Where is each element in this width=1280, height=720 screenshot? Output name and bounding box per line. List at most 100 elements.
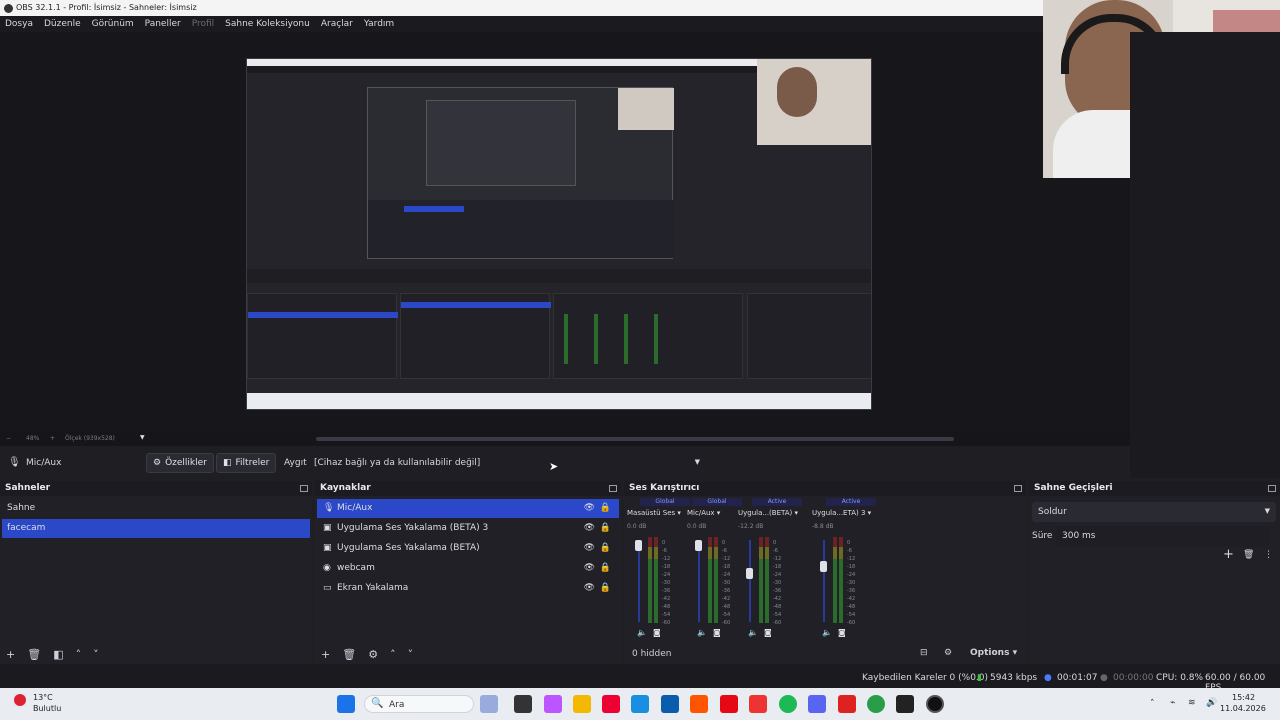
channel-name[interactable]: Mic/Aux ▾: [687, 509, 720, 517]
volume-slider-handle[interactable]: [695, 540, 702, 551]
headphone-icon[interactable]: ◙: [653, 628, 661, 637]
settings-icon[interactable]: ⚙: [944, 648, 952, 658]
trash-icon[interactable]: 🗑: [342, 648, 356, 661]
source-item-ekran-yakalama[interactable]: ▭ Ekran Yakalama 👁 🔒: [317, 579, 619, 598]
window-icon: ▣: [323, 523, 332, 533]
more-icon[interactable]: ⋮: [1264, 550, 1273, 560]
channel-name[interactable]: Masaüstü Ses ▾: [627, 509, 681, 517]
menu-paneller[interactable]: Paneller: [145, 19, 181, 29]
chrome-icon[interactable]: [867, 695, 885, 713]
undock-icon[interactable]: [1268, 485, 1276, 492]
widgets-icon[interactable]: [480, 695, 498, 713]
app-dark-icon[interactable]: [896, 695, 914, 713]
volume-slider[interactable]: [638, 540, 640, 622]
network-icon[interactable]: ⌁: [1170, 698, 1175, 708]
source-item-uygulama-3[interactable]: ▣ Uygulama Ses Yakalama (BETA) 3 👁 🔒: [317, 519, 619, 538]
source-item-mic-aux[interactable]: 🎙 Mic/Aux 👁 🔒: [317, 499, 619, 518]
add-icon[interactable]: +: [321, 648, 330, 661]
meter-tick-label: -60: [662, 620, 671, 626]
channel-name[interactable]: Uygula...ETA) 3 ▾: [812, 509, 871, 517]
move-up-icon[interactable]: ˄: [76, 648, 82, 661]
speaker-icon[interactable]: 🔈: [748, 628, 758, 637]
zoom-out-icon[interactable]: −: [6, 435, 11, 442]
move-down-icon[interactable]: ˅: [93, 648, 99, 661]
volume-slider-handle[interactable]: [635, 540, 642, 551]
menu-dosya[interactable]: Dosya: [5, 19, 33, 29]
preview-horizontal-scrollbar[interactable]: [316, 437, 954, 441]
device-select[interactable]: [Cihaz bağlı ya da kullanılabilir değil]…: [308, 453, 706, 473]
spotify-icon[interactable]: [779, 695, 797, 713]
eye-icon[interactable]: 👁: [584, 519, 595, 538]
menu-duzenle[interactable]: Düzenle: [44, 19, 81, 29]
speaker-icon[interactable]: 🔈: [637, 628, 647, 637]
store-icon[interactable]: [661, 695, 679, 713]
discord-icon[interactable]: [808, 695, 826, 713]
youtube-icon[interactable]: [838, 695, 856, 713]
level-meter-peak: [839, 537, 843, 547]
volume-slider[interactable]: [749, 540, 751, 622]
transition-select[interactable]: Soldur ▼: [1032, 502, 1276, 522]
file-explorer-icon[interactable]: [573, 695, 591, 713]
properties-button[interactable]: ⚙ Özellikler: [146, 453, 214, 473]
duration-spinbox[interactable]: 300 ms: [1056, 526, 1270, 546]
edge-icon[interactable]: [631, 695, 649, 713]
lock-icon[interactable]: 🔒: [600, 499, 611, 518]
eye-icon[interactable]: 👁: [584, 499, 595, 518]
eye-icon[interactable]: 👁: [584, 579, 595, 598]
scale-dropdown-icon[interactable]: ▼: [140, 434, 145, 441]
gear-icon[interactable]: ⚙: [368, 648, 378, 661]
headphone-icon[interactable]: ◙: [764, 628, 772, 637]
eye-icon[interactable]: 👁: [584, 559, 595, 578]
volume-slider-handle[interactable]: [746, 568, 753, 579]
taskbar-search[interactable]: 🔍 Ara: [364, 695, 474, 713]
lock-icon[interactable]: 🔒: [600, 519, 611, 538]
copilot-icon[interactable]: [544, 695, 562, 713]
menu-sahne-koleksiyonu[interactable]: Sahne Koleksiyonu: [225, 19, 310, 29]
undock-icon[interactable]: [609, 485, 617, 492]
scene-item-facecam[interactable]: facecam: [2, 519, 310, 538]
scene-item-sahne[interactable]: Sahne: [2, 499, 310, 518]
volume-slider-handle[interactable]: [820, 561, 827, 572]
speaker-icon[interactable]: 🔈: [697, 628, 707, 637]
netflix-icon[interactable]: [720, 695, 738, 713]
undock-icon[interactable]: [300, 485, 308, 492]
menu-yardim[interactable]: Yardım: [364, 19, 394, 29]
filters-button[interactable]: ◧ Filtreler: [216, 453, 277, 473]
mixer-options-button[interactable]: Options ▾: [970, 648, 1017, 658]
volume-slider[interactable]: [698, 540, 700, 622]
wps-icon[interactable]: [749, 695, 767, 713]
obs-taskbar-icon[interactable]: [926, 695, 944, 713]
level-meter-mid: [765, 547, 769, 559]
layout-icon[interactable]: ⊟: [920, 648, 928, 658]
add-icon[interactable]: +: [6, 648, 15, 661]
trash-icon[interactable]: 🗑: [27, 648, 41, 661]
wifi-icon[interactable]: ≋: [1188, 698, 1196, 708]
source-item-uygulama[interactable]: ▣ Uygulama Ses Yakalama (BETA) 👁 🔒: [317, 539, 619, 558]
headphone-icon[interactable]: ◙: [838, 628, 846, 637]
app-icon[interactable]: [690, 695, 708, 713]
volume-icon[interactable]: 🔊: [1206, 698, 1217, 708]
task-view-icon[interactable]: [514, 695, 532, 713]
lock-icon[interactable]: 🔒: [600, 539, 611, 558]
eye-icon[interactable]: 👁: [584, 539, 595, 558]
tray-chevron-icon[interactable]: ˄: [1150, 699, 1155, 709]
yandex-icon[interactable]: [602, 695, 620, 713]
volume-slider[interactable]: [823, 540, 825, 622]
source-item-webcam[interactable]: ◉ webcam 👁 🔒: [317, 559, 619, 578]
lock-icon[interactable]: 🔒: [600, 559, 611, 578]
properties-bar: 🎙 Mic/Aux ⚙ Özellikler ◧ Filtreler Aygıt…: [0, 452, 1130, 474]
lock-icon[interactable]: 🔒: [600, 579, 611, 598]
trash-icon[interactable]: 🗑: [1243, 550, 1254, 560]
menu-gorunum[interactable]: Görünüm: [92, 19, 134, 29]
speaker-icon[interactable]: 🔈: [822, 628, 832, 637]
add-icon[interactable]: +: [1223, 547, 1234, 562]
undock-icon[interactable]: [1014, 485, 1022, 492]
channel-name[interactable]: Uygula...(BETA) ▾: [738, 509, 798, 517]
windows-start-icon[interactable]: [337, 695, 355, 713]
move-up-icon[interactable]: ˄: [390, 648, 396, 661]
menu-araclar[interactable]: Araçlar: [321, 19, 353, 29]
headphone-icon[interactable]: ◙: [713, 628, 721, 637]
move-down-icon[interactable]: ˅: [408, 648, 414, 661]
filter-icon[interactable]: ◧: [53, 648, 63, 661]
zoom-in-icon[interactable]: +: [50, 435, 55, 442]
